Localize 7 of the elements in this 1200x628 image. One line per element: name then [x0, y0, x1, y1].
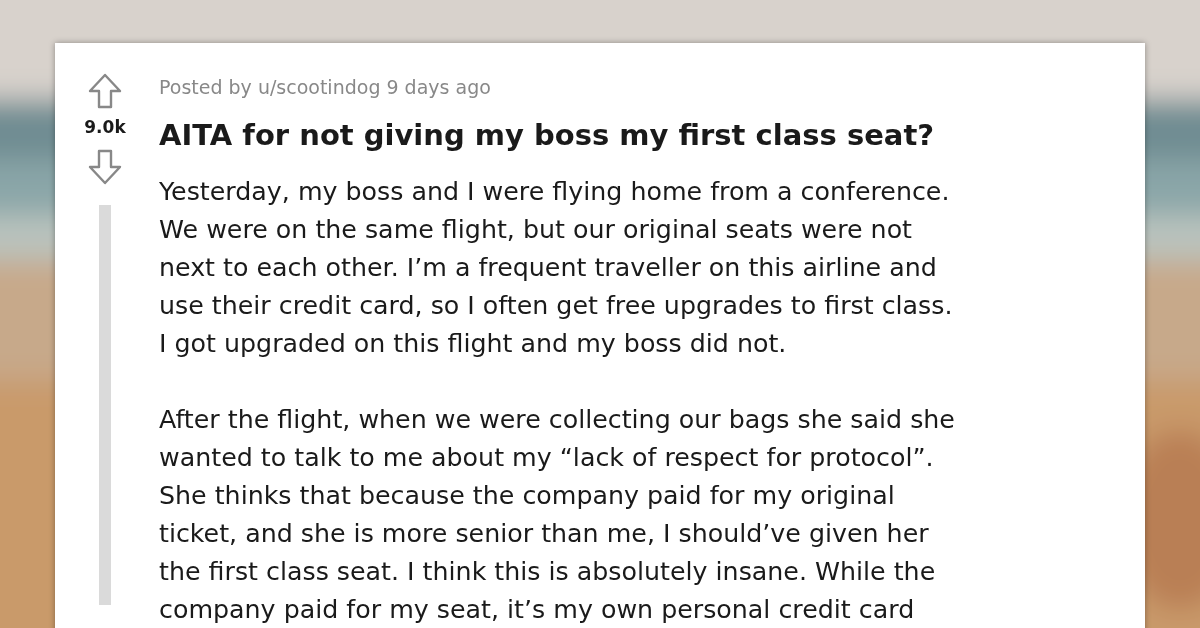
- downvote-icon[interactable]: [88, 148, 122, 185]
- post-paragraph: After the flight, when we were collecting our bags she said she wanted to talk to me about my “lack of respect for protocol”. She thinks that because the company paid for my original ticket, and she is more senior than me, I should’ve given her the first class seat. I think this is absolutely insane. While the company paid for my seat, it’s my own personal credit card: [159, 404, 956, 626]
- post-paragraph: Yesterday, my boss and I were flying home from a conference. We were on the same flight, but our original seats were not next to each other. I’m a frequent traveller on this airline and use their credit card, so I often get free upgrades to first class. I got upgraded on this flight and my boss did not.: [159, 176, 954, 360]
- post-title: AITA for not giving my boss my first class seat?: [159, 116, 936, 154]
- vote-count: 9.0k: [84, 116, 126, 139]
- post-meta: Posted by u/scootindog 9 days ago: [159, 75, 492, 100]
- upvote-icon[interactable]: [88, 73, 122, 109]
